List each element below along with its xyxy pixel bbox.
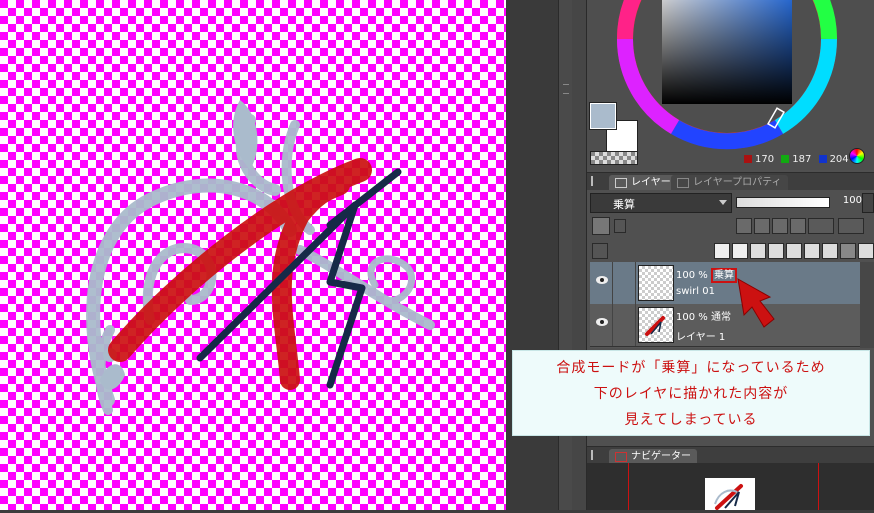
layer-name: swirl 01 (676, 286, 715, 297)
lock-transparent-icon[interactable] (790, 218, 806, 234)
clip-icon[interactable] (736, 218, 752, 234)
artwork (86, 100, 435, 415)
pen-icon[interactable] (612, 262, 636, 304)
mask-add-icon[interactable] (822, 243, 838, 259)
layer-tab-bar: レイヤー レイヤープロパティ (587, 172, 874, 190)
layer-command-toolbar (590, 240, 874, 260)
merge-down-icon[interactable] (786, 243, 802, 259)
merge-icon[interactable] (804, 243, 820, 259)
opacity-value[interactable]: 100 (832, 195, 862, 206)
navigator-frame-right (818, 463, 819, 510)
eye-icon[interactable] (596, 276, 608, 284)
layer-color-icon[interactable] (592, 217, 610, 235)
green-value: 187 (792, 154, 812, 165)
callout-line-1: 合成モードが「乗算」になっているため (513, 357, 869, 377)
blue-value: 204 (829, 154, 849, 165)
layer-blend-mode: 通常 (710, 312, 731, 323)
annotation-arrow-icon (737, 278, 775, 328)
callout-line-1-key: 「乗算」 (646, 360, 707, 376)
layer-select-cell[interactable] (612, 304, 636, 346)
callout-line-2: 下のレイヤに描かれた内容が (593, 386, 789, 402)
layer-opacity: 100 % (676, 270, 708, 281)
annotation-callout: 合成モードが「乗算」になっているため 下のレイヤに描かれた内容が 見えてしまって… (512, 350, 870, 436)
new-folder-icon[interactable] (750, 243, 766, 259)
transparent-color-swatch[interactable] (590, 151, 638, 165)
eye-icon[interactable] (596, 318, 608, 326)
callout-line-3: 見えてしまっている (624, 412, 758, 428)
navigator-icon (615, 452, 627, 462)
callout-line-1-post: になっているため (706, 360, 826, 376)
blend-mode-select[interactable]: 乗算 (590, 193, 732, 213)
layer-list-scrollbar[interactable] (860, 262, 874, 348)
layer-row-layer1[interactable]: 100 % 通常 レイヤー 1 (590, 304, 860, 347)
layer-stack-icon (615, 178, 627, 188)
layer-row-swirl[interactable]: 100 % 乗算 swirl 01 (590, 262, 860, 305)
rgb-readout: 170 187 204 (744, 154, 849, 165)
pen-icon (677, 178, 689, 188)
trash-icon[interactable] (840, 243, 856, 259)
navigator-thumbnail (705, 478, 755, 510)
dropdown-icon[interactable] (614, 219, 626, 233)
canvas[interactable] (0, 0, 506, 510)
chevron-down-icon (719, 200, 727, 205)
layer-list: 100 % 乗算 swirl 01 100 % 通常 レイヤー 1 (590, 262, 860, 348)
opacity-slider[interactable] (736, 197, 830, 208)
opacity-spinner[interactable] (862, 193, 874, 213)
blend-mode-value: 乗算 (613, 198, 635, 211)
red-value: 170 (755, 154, 775, 165)
panel-menu-icon[interactable] (591, 450, 601, 460)
main-color-swatch-front[interactable] (589, 102, 617, 130)
tab-layer-property-label: レイヤープロパティ (693, 177, 782, 188)
color-mode-icon[interactable] (849, 148, 865, 164)
delete-layer-icon[interactable] (858, 243, 874, 259)
layer-stack-icon[interactable] (592, 243, 608, 259)
copy-layer-icon[interactable] (768, 243, 784, 259)
tab-layer-property[interactable]: レイヤープロパティ (671, 175, 788, 190)
new-vector-layer-icon[interactable] (732, 243, 748, 259)
color-wheel[interactable] (612, 0, 842, 154)
new-raster-layer-icon[interactable] (714, 243, 730, 259)
layer-thumbnail (638, 307, 674, 343)
callout-line-1-pre: 合成モードが (556, 360, 647, 376)
layer-thumbnail (638, 265, 674, 301)
layer-name: レイヤー 1 (676, 332, 726, 343)
navigator-frame-left (628, 463, 629, 510)
tab-layer[interactable]: レイヤー (609, 175, 677, 190)
lock-icon[interactable] (772, 218, 788, 234)
layer-option-toolbar (590, 215, 874, 237)
ruler-icon[interactable] (838, 218, 864, 234)
tab-navigator[interactable]: ナビゲーター (609, 449, 697, 464)
layer-opacity: 100 % (676, 312, 708, 323)
navigator-tab-bar: ナビゲーター (587, 446, 874, 464)
tab-layer-label: レイヤー (631, 177, 671, 188)
reference-icon[interactable] (754, 218, 770, 234)
mask-icon[interactable] (808, 218, 834, 234)
panel-menu-icon[interactable] (591, 176, 601, 186)
tab-navigator-label: ナビゲーター (631, 451, 691, 462)
